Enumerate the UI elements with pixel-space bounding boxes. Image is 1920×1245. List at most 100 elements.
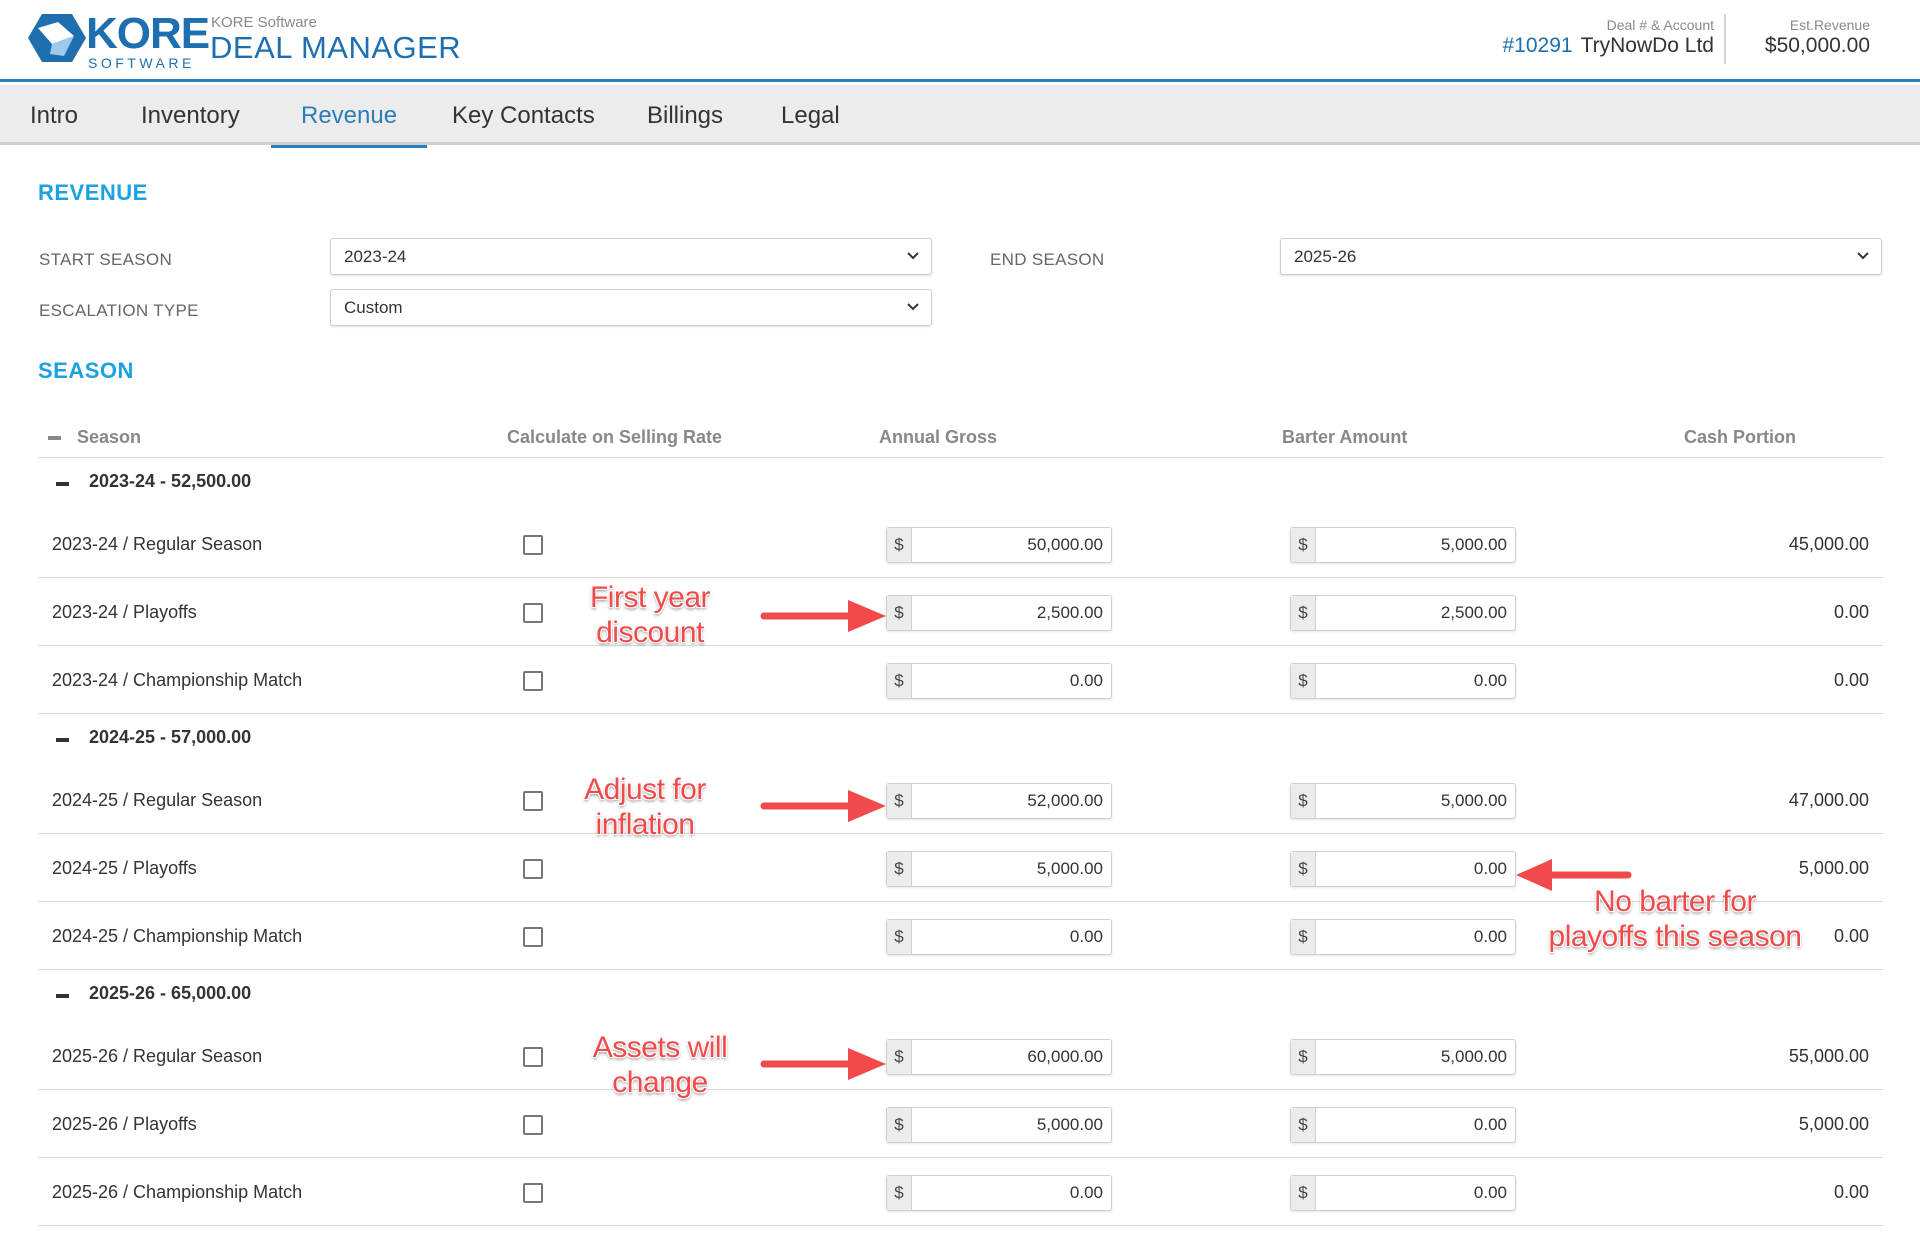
barter-amount-input[interactable]: $5,000.00 <box>1290 1039 1516 1075</box>
annual-gross-value: 0.00 <box>1069 927 1103 946</box>
start-season-value: 2023-24 <box>344 247 407 266</box>
currency-addon: $ <box>1291 596 1316 630</box>
tab-billings[interactable]: Billings <box>617 85 753 145</box>
barter-amount-input[interactable]: $5,000.00 <box>1290 783 1516 819</box>
barter-amount-input[interactable]: $2,500.00 <box>1290 595 1516 631</box>
cash-portion-value: 5,000.00 <box>1798 1114 1869 1134</box>
barter-amount-input[interactable]: $0.00 <box>1290 851 1516 887</box>
calc-selling-rate-checkbox[interactable] <box>523 1115 543 1135</box>
calc-selling-rate-checkbox[interactable] <box>523 535 543 555</box>
season-row: 2025-26 / Championship Match $0.00 $0.00 0.… <box>38 1158 1883 1226</box>
arrow-right-icon <box>760 600 886 632</box>
calc-selling-rate-checkbox[interactable] <box>523 927 543 947</box>
chevron-down-icon <box>907 252 919 260</box>
col-calc-selling-rate: Calculate on Selling Rate <box>507 427 723 447</box>
currency-addon: $ <box>1291 852 1316 886</box>
col-season: Season <box>77 427 142 447</box>
col-annual-gross: Annual Gross <box>879 427 998 447</box>
currency-addon: $ <box>1291 1176 1316 1210</box>
deal-account-name: TryNowDo Ltd <box>1580 34 1714 57</box>
season-row-name: 2023-24 / Regular Season <box>52 534 263 554</box>
calc-selling-rate-checkbox[interactable] <box>523 671 543 691</box>
annotation-first-year-discount: First year discount <box>560 580 740 650</box>
tab-intro[interactable]: Intro <box>0 85 108 145</box>
annual-gross-input[interactable]: $50,000.00 <box>886 527 1112 563</box>
annual-gross-value: 60,000.00 <box>1027 1047 1103 1066</box>
start-season-select[interactable]: 2023-24 <box>330 238 932 275</box>
tab-key-contacts[interactable]: Key Contacts <box>422 85 625 145</box>
barter-amount-value: 0.00 <box>1473 1115 1507 1134</box>
currency-addon: $ <box>1291 784 1316 818</box>
annotation-adjust-inflation: Adjust for inflation <box>560 772 730 842</box>
barter-amount-value: 5,000.00 <box>1440 1047 1507 1066</box>
collapse-group-icon[interactable] <box>56 482 69 486</box>
annual-gross-value: 2,500.00 <box>1036 603 1103 622</box>
chevron-down-icon <box>907 303 919 311</box>
app-subtitle: KORE Software <box>211 14 317 31</box>
app-header: KORE SOFTWARE KORE Software DEAL MANAGER… <box>0 0 1920 82</box>
annual-gross-input[interactable]: $5,000.00 <box>886 1107 1112 1143</box>
tab-inventory[interactable]: Inventory <box>111 85 270 145</box>
annual-gross-input[interactable]: $0.00 <box>886 1175 1112 1211</box>
annotation-no-barter: No barter for playoffs this season <box>1530 884 1820 954</box>
kore-logo[interactable]: KORE SOFTWARE <box>28 12 228 72</box>
barter-amount-value: 5,000.00 <box>1440 535 1507 554</box>
annual-gross-input[interactable]: $52,000.00 <box>886 783 1112 819</box>
season-group-label: 2025-26 - 65,000.00 <box>89 983 252 1003</box>
barter-amount-value: 2,500.00 <box>1440 603 1507 622</box>
revenue-section-title: REVENUE <box>38 180 148 205</box>
start-season-label: START SEASON <box>39 250 173 269</box>
calc-selling-rate-checkbox[interactable] <box>523 791 543 811</box>
end-season-label: END SEASON <box>990 250 1105 269</box>
end-season-select[interactable]: 2025-26 <box>1280 238 1882 275</box>
currency-addon: $ <box>887 1108 912 1142</box>
logo-kore-text: KORE <box>86 9 210 58</box>
barter-amount-input[interactable]: $0.00 <box>1290 919 1516 955</box>
currency-addon: $ <box>887 596 912 630</box>
annotation-line: No barter for <box>1594 885 1756 918</box>
season-row-name: 2025-26 / Playoffs <box>52 1114 197 1134</box>
calc-selling-rate-checkbox[interactable] <box>523 603 543 623</box>
annotation-line: Assets will <box>592 1031 728 1064</box>
annual-gross-input[interactable]: $0.00 <box>886 919 1112 955</box>
season-row-name: 2024-25 / Championship Match <box>52 926 303 946</box>
currency-addon: $ <box>887 784 912 818</box>
season-row-name: 2023-24 / Playoffs <box>52 602 197 622</box>
collapse-group-icon[interactable] <box>56 738 69 742</box>
annotation-line: inflation <box>595 808 695 841</box>
escalation-type-select[interactable]: Custom <box>330 289 932 326</box>
annual-gross-input[interactable]: $2,500.00 <box>886 595 1112 631</box>
annual-gross-input[interactable]: $60,000.00 <box>886 1039 1112 1075</box>
currency-addon: $ <box>887 1176 912 1210</box>
barter-amount-input[interactable]: $0.00 <box>1290 1107 1516 1143</box>
annotation-line: Adjust for <box>584 773 706 806</box>
barter-amount-input[interactable]: $0.00 <box>1290 663 1516 699</box>
end-season-value: 2025-26 <box>1294 247 1357 266</box>
annual-gross-value: 5,000.00 <box>1036 1115 1103 1134</box>
season-group-label: 2024-25 - 57,000.00 <box>89 727 252 747</box>
collapse-all-icon[interactable] <box>48 436 61 440</box>
kore-logo-icon <box>28 14 86 62</box>
annual-gross-input[interactable]: $0.00 <box>886 663 1112 699</box>
cash-portion-value: 55,000.00 <box>1788 1046 1869 1066</box>
barter-amount-value: 0.00 <box>1473 671 1507 690</box>
calc-selling-rate-checkbox[interactable] <box>523 1183 543 1203</box>
season-row: 2025-26 / Playoffs $5,000.00 $0.00 5,000.00 <box>38 1090 1883 1158</box>
season-group-row: 2024-25 - 57,000.00 <box>38 714 1883 766</box>
currency-addon: $ <box>1291 920 1316 954</box>
app-title: DEAL MANAGER <box>210 30 462 65</box>
season-group-row: 2023-24 - 52,500.00 <box>38 458 1883 510</box>
calc-selling-rate-checkbox[interactable] <box>523 1047 543 1067</box>
barter-amount-input[interactable]: $0.00 <box>1290 1175 1516 1211</box>
tab-legal[interactable]: Legal <box>751 85 870 145</box>
annual-gross-input[interactable]: $5,000.00 <box>886 851 1112 887</box>
calc-selling-rate-checkbox[interactable] <box>523 859 543 879</box>
season-row-name: 2023-24 / Championship Match <box>52 670 303 690</box>
header-divider <box>1724 14 1726 64</box>
annotation-line: change <box>612 1066 708 1099</box>
currency-addon: $ <box>887 528 912 562</box>
barter-amount-input[interactable]: $5,000.00 <box>1290 527 1516 563</box>
deal-number[interactable]: #10291 <box>1502 34 1572 57</box>
tab-revenue[interactable]: Revenue <box>271 85 428 148</box>
collapse-group-icon[interactable] <box>56 994 69 998</box>
